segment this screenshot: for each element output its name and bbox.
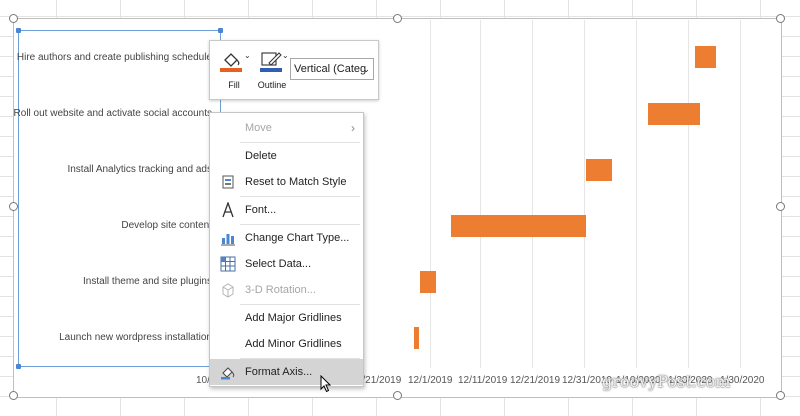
- x-tick-label: 12/1/2019: [408, 375, 453, 386]
- chart-resize-handle-middle-right[interactable]: [776, 202, 785, 211]
- axis-selection-handle[interactable]: [218, 28, 223, 33]
- task-label: Develop site content: [121, 220, 212, 231]
- watermark: groovyPost.com: [602, 372, 731, 391]
- fill-dropdown-caret[interactable]: ⌄: [244, 51, 251, 60]
- context-menu: Move › Delete Reset to Match Style Font.…: [209, 112, 364, 387]
- fill-label: Fill: [228, 80, 240, 90]
- gridline: [740, 20, 741, 368]
- gantt-bar: [695, 46, 716, 68]
- gridline: [480, 20, 481, 368]
- chevron-down-icon: ⌄: [362, 64, 370, 74]
- menu-item-label: Delete: [245, 150, 277, 162]
- menu-item-change-chart-type[interactable]: Change Chart Type...: [210, 225, 363, 251]
- gantt-bar: [648, 103, 700, 125]
- chart-element-selector-value: Vertical (Categ: [294, 63, 367, 75]
- outline-dropdown-caret[interactable]: ⌄: [282, 51, 289, 60]
- task-label: Roll out website and activate social acc…: [13, 108, 212, 119]
- chart-resize-handle-top-right[interactable]: [776, 14, 785, 23]
- chart-resize-handle-top-center[interactable]: [393, 14, 402, 23]
- paint-bucket-icon: [220, 53, 242, 72]
- menu-item-label: Change Chart Type...: [245, 232, 350, 244]
- task-label: Install Analytics tracking and ads: [67, 164, 212, 175]
- menu-item-label: Font...: [245, 204, 277, 216]
- font-icon: [222, 202, 234, 218]
- menu-item-select-data[interactable]: Select Data...: [210, 251, 363, 277]
- menu-item-delete[interactable]: Delete: [210, 143, 363, 169]
- x-tick-label: 10/: [196, 375, 210, 386]
- menu-item-reset-to-match-style[interactable]: Reset to Match Style: [210, 169, 363, 195]
- chart-resize-handle-bottom-right[interactable]: [776, 391, 785, 400]
- gridline: [636, 20, 637, 368]
- x-tick-label: 12/11/2019: [458, 375, 508, 386]
- menu-item-label: 3-D Rotation...: [245, 284, 316, 296]
- menu-item-label: Reset to Match Style: [245, 176, 347, 188]
- menu-item-add-major-gridlines[interactable]: Add Major Gridlines: [210, 305, 363, 331]
- 3d-rotation-icon: [222, 283, 234, 298]
- menu-item-label: Select Data...: [245, 258, 312, 270]
- mouse-pointer-icon: [320, 375, 332, 393]
- task-label: Launch new wordpress installation: [59, 332, 212, 343]
- gantt-bar: [414, 327, 419, 349]
- reset-style-icon: [222, 175, 234, 189]
- task-label: Install theme and site plugins: [83, 276, 212, 287]
- menu-item-add-minor-gridlines[interactable]: Add Minor Gridlines: [210, 331, 363, 357]
- chart-resize-handle-bottom-left[interactable]: [9, 391, 18, 400]
- gantt-bar: [420, 271, 436, 293]
- menu-item-move[interactable]: Move ›: [210, 115, 363, 141]
- chart-resize-handle-top-left[interactable]: [9, 14, 18, 23]
- menu-item-font[interactable]: Font...: [210, 197, 363, 223]
- gridline: [584, 20, 585, 368]
- outline-label: Outline: [257, 80, 287, 90]
- vertical-axis-selection[interactable]: [18, 30, 221, 367]
- menu-item-label: Format Axis...: [245, 366, 313, 378]
- gridline: [430, 20, 431, 368]
- chart-element-selector[interactable]: Vertical (Categ ⌄: [290, 58, 374, 80]
- select-data-icon: [220, 256, 236, 272]
- submenu-arrow-icon: ›: [351, 121, 355, 135]
- menu-item-label: Add Minor Gridlines: [245, 338, 342, 350]
- chart-resize-handle-bottom-center[interactable]: [393, 391, 402, 400]
- gantt-bar: [451, 215, 586, 237]
- chart-type-icon: [221, 234, 235, 246]
- axis-selection-handle[interactable]: [16, 28, 21, 33]
- format-axis-icon: [221, 367, 235, 380]
- axis-selection-handle[interactable]: [16, 364, 21, 369]
- chart-resize-handle-middle-left[interactable]: [9, 202, 18, 211]
- menu-item-label: Add Major Gridlines: [245, 312, 342, 324]
- menu-item-format-axis[interactable]: Format Axis...: [210, 359, 363, 385]
- mini-toolbar: Fill ⌄ Outline ⌄ Vertical (Categ ⌄: [209, 40, 379, 100]
- menu-item-3d-rotation[interactable]: 3-D Rotation...: [210, 277, 363, 303]
- menu-item-label: Move: [245, 122, 272, 134]
- gantt-bar: [586, 159, 612, 181]
- gridline: [532, 20, 533, 368]
- gridline: [688, 20, 689, 368]
- x-tick-label: 12/21/2019: [510, 375, 561, 386]
- task-label: Hire authors and create publishing sched…: [16, 52, 212, 63]
